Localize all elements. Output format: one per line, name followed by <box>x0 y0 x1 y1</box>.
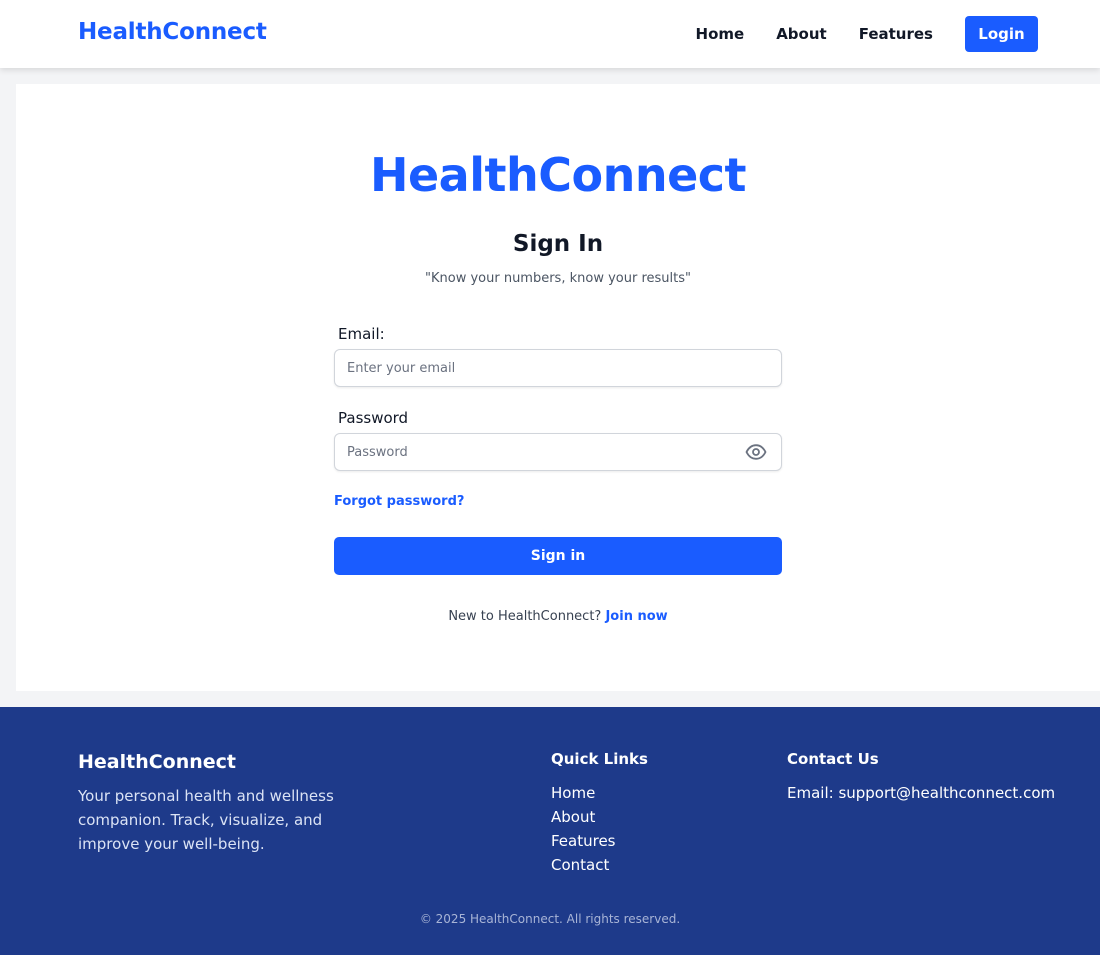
brand-logo[interactable]: HealthConnect <box>78 19 267 45</box>
site-footer: HealthConnect Your personal health and w… <box>0 707 1100 955</box>
contact-email[interactable]: Email: support@healthconnect.com <box>787 781 1055 805</box>
email-input[interactable] <box>335 350 781 386</box>
signin-heading: Sign In <box>512 231 604 257</box>
join-row: New to HealthConnect? Join now <box>334 609 782 624</box>
email-field-wrapper <box>334 349 782 387</box>
password-label: Password <box>338 409 409 427</box>
contact-heading: Contact Us <box>787 750 879 768</box>
signin-card: HealthConnect Sign In "Know your numbers… <box>16 84 1100 691</box>
copyright-text: © 2025 HealthConnect. All rights reserve… <box>419 912 681 926</box>
footer-link-about[interactable]: About <box>551 805 616 829</box>
join-now-link[interactable]: Join now <box>605 609 667 624</box>
footer-link-home[interactable]: Home <box>551 781 616 805</box>
nav-home-link[interactable]: Home <box>696 25 745 43</box>
footer-brand: HealthConnect <box>78 751 237 773</box>
nav-about-link[interactable]: About <box>776 25 827 43</box>
login-button[interactable]: Login <box>965 16 1038 52</box>
top-navbar: HealthConnect Home About Features Login <box>0 0 1100 68</box>
footer-link-contact[interactable]: Contact <box>551 853 616 877</box>
nav-links: Home About Features Login <box>696 16 1038 52</box>
hero-title: HealthConnect <box>369 148 747 202</box>
footer-description: Your personal health and wellness compan… <box>78 787 334 853</box>
footer-link-features[interactable]: Features <box>551 829 616 853</box>
signin-form: Email: Password Forgot password? Sign in… <box>334 321 782 624</box>
forgot-password-link[interactable]: Forgot password? <box>334 494 464 509</box>
eye-icon[interactable] <box>745 443 767 461</box>
signin-button[interactable]: Sign in <box>334 537 782 575</box>
nav-features-link[interactable]: Features <box>859 25 933 43</box>
quick-links-list: Home About Features Contact <box>551 781 616 877</box>
email-label: Email: <box>338 325 385 343</box>
tagline: "Know your numbers, know your results" <box>425 271 691 286</box>
password-input[interactable] <box>335 434 781 470</box>
password-field-wrapper <box>334 433 782 471</box>
quick-links-heading: Quick Links <box>551 750 648 768</box>
join-prompt-text: New to HealthConnect? <box>448 609 606 624</box>
